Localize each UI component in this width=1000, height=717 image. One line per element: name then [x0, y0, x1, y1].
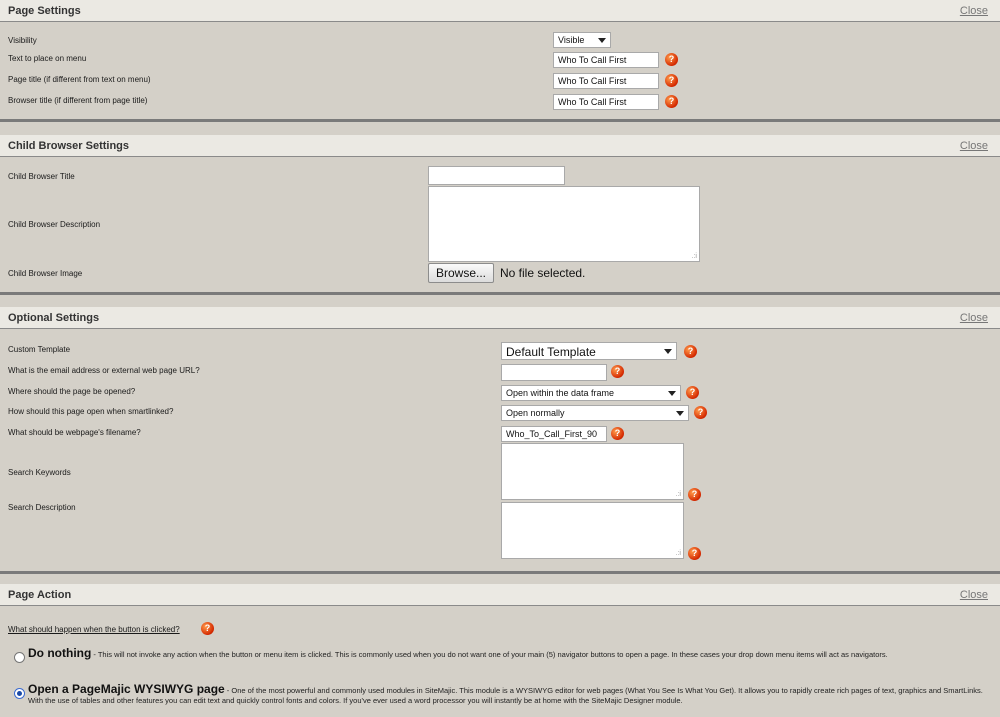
- search-description-textarea[interactable]: .:i: [501, 502, 684, 559]
- page-settings-header: Page Settings Close: [0, 0, 1000, 22]
- option-open-pagemajic-title: Open a PageMajic WYSIWYG page: [28, 682, 225, 696]
- visibility-label: Visibility: [8, 36, 37, 45]
- open-where-label: Where should the page be opened?: [8, 387, 136, 396]
- open-where-value: Open within the data frame: [506, 388, 615, 398]
- custom-template-select[interactable]: Default Template: [501, 342, 677, 360]
- visibility-select[interactable]: Visible: [553, 32, 611, 48]
- page-settings-title: Page Settings: [8, 5, 81, 17]
- page-action-header: Page Action Close: [0, 584, 1000, 606]
- optional-settings-title: Optional Settings: [8, 312, 100, 324]
- page-action-close-link[interactable]: Close: [960, 589, 988, 601]
- help-question-icon[interactable]: ?: [665, 95, 678, 108]
- child-browser-panel: Child Browser Settings Close Child Brows…: [0, 135, 1000, 295]
- no-file-selected-text: No file selected.: [500, 266, 586, 280]
- browser-title-label: Browser title (if different from page ti…: [8, 96, 148, 105]
- optional-settings-header: Optional Settings Close: [0, 307, 1000, 329]
- help-question-icon[interactable]: ?: [684, 345, 697, 358]
- help-question-icon[interactable]: ?: [611, 365, 624, 378]
- open-where-select[interactable]: Open within the data frame: [501, 385, 681, 401]
- browser-title-input[interactable]: Who To Call First: [553, 94, 659, 110]
- smartlink-label: How should this page open when smartlink…: [8, 407, 174, 416]
- child-browser-title-label: Child Browser Title: [8, 172, 75, 181]
- radio-open-pagemajic[interactable]: [14, 688, 25, 699]
- url-label: What is the email address or external we…: [8, 366, 200, 375]
- filename-label: What should be webpage's filename?: [8, 428, 141, 437]
- optional-settings-close-link[interactable]: Close: [960, 312, 988, 324]
- radio-do-nothing[interactable]: [14, 652, 25, 663]
- page-action-panel: Page Action Close What should happen whe…: [0, 584, 1000, 717]
- child-browser-description-textarea[interactable]: .:i: [428, 186, 700, 262]
- help-question-icon[interactable]: ?: [688, 547, 701, 560]
- page-settings-close-link[interactable]: Close: [960, 5, 988, 17]
- resize-grip-icon[interactable]: .:i: [676, 550, 681, 557]
- chevron-down-icon: [598, 38, 606, 43]
- chevron-down-icon: [664, 349, 672, 354]
- child-browser-description-label: Child Browser Description: [8, 220, 101, 229]
- smartlink-value: Open normally: [506, 408, 565, 418]
- help-question-icon[interactable]: ?: [688, 488, 701, 501]
- page-settings-panel: Page Settings Close Visibility Visible T…: [0, 0, 1000, 122]
- child-browser-close-link[interactable]: Close: [960, 140, 988, 152]
- help-question-icon[interactable]: ?: [611, 427, 624, 440]
- custom-template-value: Default Template: [506, 345, 596, 359]
- help-question-icon[interactable]: ?: [665, 53, 678, 66]
- child-browser-title: Child Browser Settings: [8, 140, 130, 152]
- option-do-nothing: Do nothing - This will not invoke any ac…: [28, 646, 990, 660]
- menu-text-input[interactable]: Who To Call First: [553, 52, 659, 68]
- chevron-down-icon: [668, 391, 676, 396]
- resize-grip-icon[interactable]: .:i: [692, 253, 697, 260]
- search-description-label: Search Description: [8, 503, 76, 512]
- option-do-nothing-title: Do nothing: [28, 646, 92, 660]
- browse-button[interactable]: Browse...: [428, 263, 495, 283]
- page-action-title: Page Action: [8, 589, 72, 601]
- chevron-down-icon: [676, 411, 684, 416]
- help-question-icon[interactable]: ?: [686, 386, 699, 399]
- menu-text-label: Text to place on menu: [8, 54, 87, 63]
- child-browser-title-input[interactable]: [428, 166, 565, 185]
- page-title-label: Page title (if different from text on me…: [8, 75, 151, 84]
- visibility-select-value: Visible: [558, 35, 585, 45]
- option-open-pagemajic: Open a PageMajic WYSIWYG page - One of t…: [28, 682, 990, 706]
- smartlink-select[interactable]: Open normally: [501, 405, 689, 421]
- child-browser-image-label: Child Browser Image: [8, 269, 83, 278]
- custom-template-label: Custom Template: [8, 345, 71, 354]
- help-question-icon[interactable]: ?: [201, 622, 214, 635]
- filename-input[interactable]: Who_To_Call_First_90: [501, 426, 607, 442]
- help-question-icon[interactable]: ?: [665, 74, 678, 87]
- child-browser-header: Child Browser Settings Close: [0, 135, 1000, 157]
- resize-grip-icon[interactable]: .:i: [676, 491, 681, 498]
- optional-settings-panel: Optional Settings Close Custom Template …: [0, 307, 1000, 574]
- url-input[interactable]: [501, 364, 607, 381]
- page-title-input[interactable]: Who To Call First: [553, 73, 659, 89]
- option-do-nothing-desc: - This will not invoke any action when t…: [91, 650, 888, 659]
- search-keywords-label: Search Keywords: [8, 468, 71, 477]
- help-question-icon[interactable]: ?: [694, 406, 707, 419]
- page-action-question: What should happen when the button is cl…: [8, 625, 180, 634]
- search-keywords-textarea[interactable]: .:i: [501, 443, 684, 500]
